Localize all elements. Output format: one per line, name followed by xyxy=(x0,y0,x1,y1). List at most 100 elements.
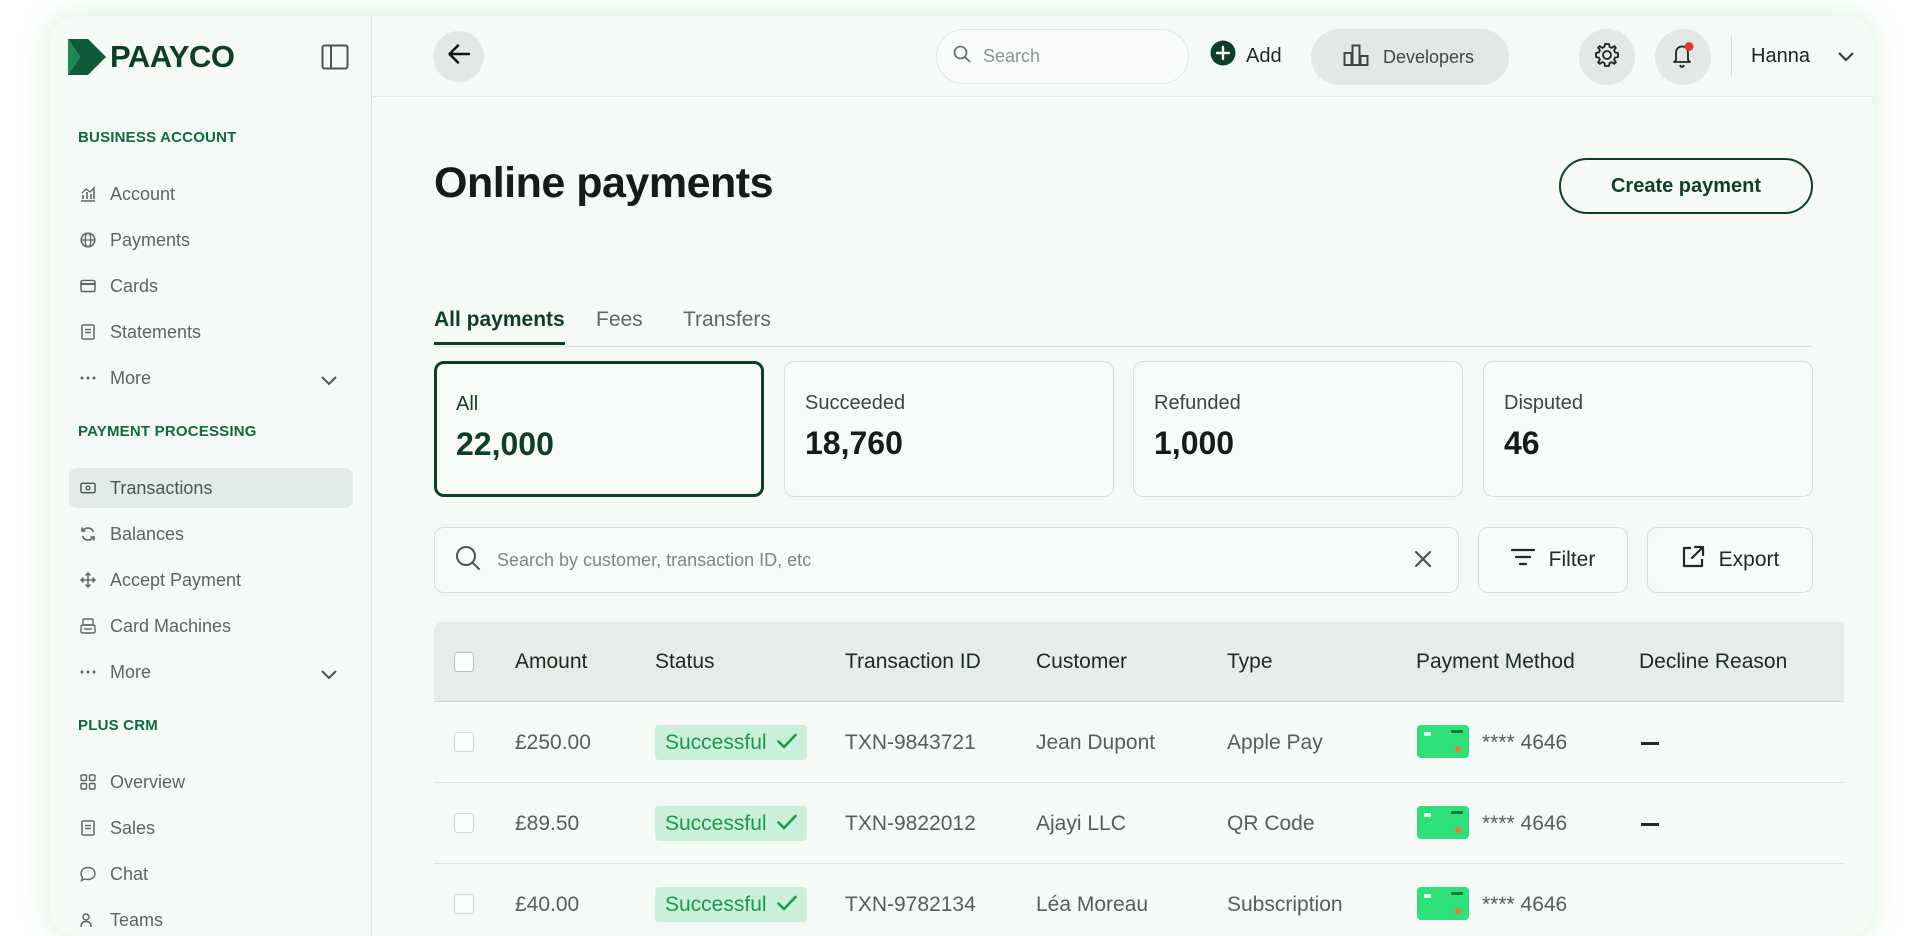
refresh-icon xyxy=(80,526,96,542)
back-button[interactable] xyxy=(433,31,484,82)
sidebar-item-more-business[interactable]: More xyxy=(69,358,353,398)
column-header-type[interactable]: Type xyxy=(1227,650,1273,674)
card-machine-icon xyxy=(80,618,96,634)
sidebar-item-balances[interactable]: Balances xyxy=(69,514,353,554)
cell-customer: Jean Dupont xyxy=(1036,731,1156,754)
column-header-amount[interactable]: Amount xyxy=(515,650,587,674)
sidebar-item-label: Balances xyxy=(110,523,185,544)
stat-value: 18,760 xyxy=(805,425,903,461)
globe-icon xyxy=(80,232,96,248)
sidebar-item-cards[interactable]: Cards xyxy=(69,266,353,306)
add-button-label: Add xyxy=(1246,44,1282,67)
sidebar-item-payments[interactable]: Payments xyxy=(69,220,353,260)
column-header-customer[interactable]: Customer xyxy=(1036,650,1127,674)
column-header-status[interactable]: Status xyxy=(655,650,715,674)
document-icon xyxy=(80,820,96,836)
status-badge: Successful xyxy=(655,725,807,760)
plus-circle-icon xyxy=(1210,40,1236,72)
arrow-left-icon xyxy=(447,44,470,69)
sidebar-item-account[interactable]: Account xyxy=(69,174,353,214)
stat-label: Refunded xyxy=(1154,392,1241,414)
export-button[interactable]: Export xyxy=(1647,527,1813,593)
app-window: PAAYCO BUSINESS ACCOUNT Account Payments… xyxy=(49,16,1873,936)
row-checkbox[interactable] xyxy=(454,813,474,833)
external-link-icon xyxy=(1681,545,1705,575)
transaction-search-input[interactable] xyxy=(497,549,1377,571)
chat-bubble-icon xyxy=(80,866,96,882)
settings-button[interactable] xyxy=(1579,29,1635,85)
empty-dash-icon xyxy=(1641,742,1659,745)
sidebar-item-accept-payment[interactable]: Accept Payment xyxy=(69,560,353,600)
export-label: Export xyxy=(1718,548,1780,571)
checkmark-icon xyxy=(767,812,797,836)
header-search[interactable] xyxy=(936,29,1189,84)
banknote-icon xyxy=(80,480,96,496)
sidebar-toggle-icon[interactable] xyxy=(321,44,349,70)
stat-card-disputed[interactable]: Disputed 46 xyxy=(1483,361,1813,497)
move-icon xyxy=(80,572,96,588)
column-header-payment-method[interactable]: Payment Method xyxy=(1416,650,1575,674)
select-all-checkbox[interactable] xyxy=(454,652,474,672)
section-title-payment-processing: PAYMENT PROCESSING xyxy=(78,423,257,440)
brand-logo[interactable]: PAAYCO xyxy=(68,37,235,77)
top-header: Add Developers Hanna xyxy=(373,16,1873,97)
stat-label: All xyxy=(456,393,479,415)
column-header-transaction-id[interactable]: Transaction ID xyxy=(845,650,981,674)
sidebar-item-chat[interactable]: Chat xyxy=(69,854,353,894)
developers-button[interactable]: Developers xyxy=(1311,29,1509,85)
row-checkbox[interactable] xyxy=(454,732,474,752)
payment-tabs: All payments Fees Transfers xyxy=(434,291,1813,347)
sidebar-item-label: Cards xyxy=(110,275,159,296)
sidebar-item-label: Accept Payment xyxy=(110,569,242,590)
sidebar-item-teams[interactable]: Teams xyxy=(69,900,353,936)
cell-type: Subscription xyxy=(1227,893,1343,916)
ellipsis-icon xyxy=(80,370,96,386)
developers-label: Developers xyxy=(1383,46,1475,67)
stat-card-all[interactable]: All 22,000 xyxy=(434,361,764,497)
table-row[interactable]: £250.00 Successful TXN-9843721 Jean Dupo… xyxy=(434,702,1844,783)
notifications-button[interactable] xyxy=(1655,29,1711,85)
tab-transfers[interactable]: Transfers xyxy=(683,308,771,342)
credit-card-icon xyxy=(80,278,96,294)
filter-button[interactable]: Filter xyxy=(1478,527,1628,593)
user-menu[interactable]: Hanna xyxy=(1751,38,1854,74)
create-payment-button[interactable]: Create payment xyxy=(1559,158,1813,214)
status-text: Successful xyxy=(665,730,767,754)
sidebar-item-more-processing[interactable]: More xyxy=(69,652,353,692)
sidebar-item-label: Overview xyxy=(110,771,186,792)
section-title-plus-crm: PLUS CRM xyxy=(78,717,158,734)
checkmark-icon xyxy=(767,731,797,755)
tab-fees[interactable]: Fees xyxy=(596,308,643,342)
sidebar-item-statements[interactable]: Statements xyxy=(69,312,353,352)
sidebar-item-label: More xyxy=(110,367,152,388)
cell-amount: £89.50 xyxy=(515,812,580,835)
sidebar-item-sales[interactable]: Sales xyxy=(69,808,353,848)
search-icon xyxy=(455,545,481,576)
chevron-down-icon xyxy=(1810,45,1854,68)
sidebar-item-overview[interactable]: Overview xyxy=(69,762,353,802)
cell-amount: £250.00 xyxy=(515,731,591,754)
sidebar-item-card-machines[interactable]: Card Machines xyxy=(69,606,353,646)
close-icon[interactable] xyxy=(1414,550,1432,573)
tab-all-payments[interactable]: All payments xyxy=(434,308,565,345)
paayco-logo-icon xyxy=(68,39,106,75)
filter-icon xyxy=(1510,548,1535,572)
cell-type: Apple Pay xyxy=(1227,731,1323,754)
cell-card-number: **** 4646 xyxy=(1482,731,1568,754)
row-checkbox[interactable] xyxy=(454,894,474,914)
table-row[interactable]: £40.00 Successful TXN-9782134 Léa Moreau… xyxy=(434,864,1844,936)
add-button[interactable]: Add xyxy=(1210,36,1282,76)
sidebar-item-transactions[interactable]: Transactions xyxy=(69,468,353,508)
gear-icon xyxy=(1594,42,1620,73)
table-header: Amount Status Transaction ID Customer Ty… xyxy=(434,622,1844,702)
filter-label: Filter xyxy=(1548,548,1596,571)
transaction-search[interactable] xyxy=(434,527,1459,593)
column-header-decline-reason[interactable]: Decline Reason xyxy=(1639,650,1787,674)
sidebar: PAAYCO BUSINESS ACCOUNT Account Payments… xyxy=(49,16,372,936)
stat-card-refunded[interactable]: Refunded 1,000 xyxy=(1133,361,1463,497)
stat-card-succeeded[interactable]: Succeeded 18,760 xyxy=(784,361,1114,497)
header-search-input[interactable] xyxy=(983,46,1163,67)
sidebar-item-label: Sales xyxy=(110,817,156,838)
table-row[interactable]: £89.50 Successful TXN-9822012 Ajayi LLC … xyxy=(434,783,1844,864)
transactions-table: Amount Status Transaction ID Customer Ty… xyxy=(434,622,1844,936)
